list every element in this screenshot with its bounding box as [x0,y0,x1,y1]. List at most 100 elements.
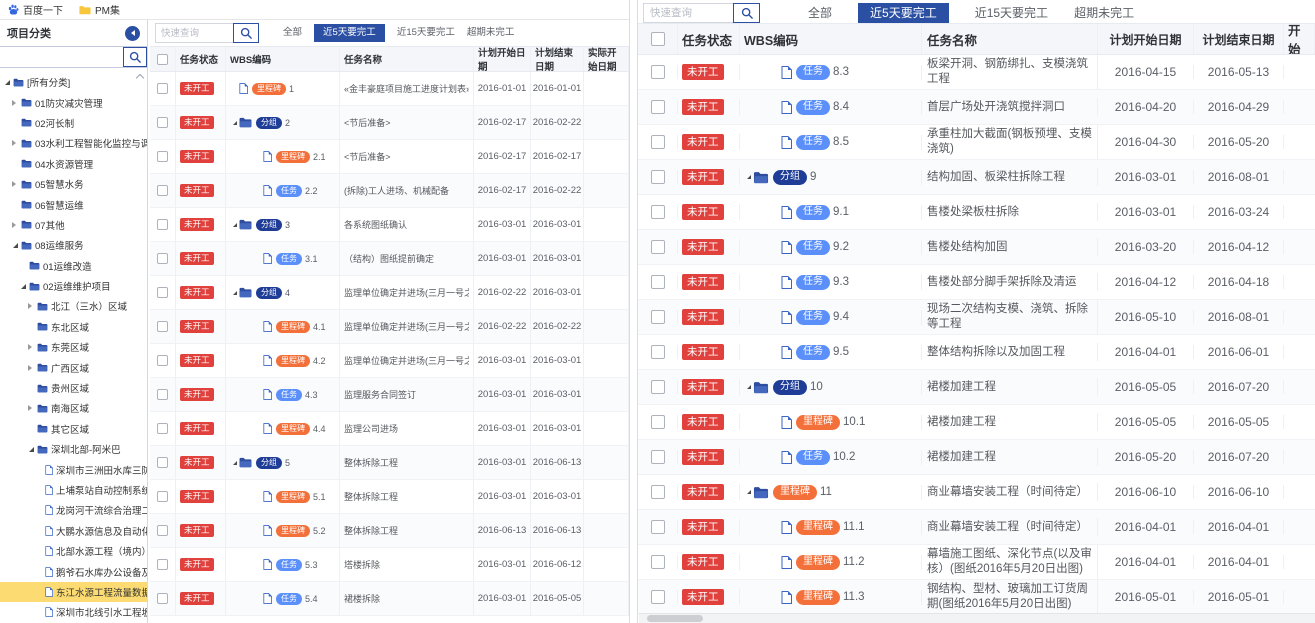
select-all-checkbox[interactable] [651,32,665,46]
tree-item[interactable]: 04水资源管理 [0,154,147,174]
filter-tab[interactable]: 近5天要完工 [858,3,949,23]
table-row[interactable]: 未开工里程碑4.4监理公司进场2016-03-012016-03-01 [150,412,629,446]
tree-expander-icon[interactable] [27,405,36,411]
tree-item[interactable]: 东莞区域 [0,337,147,357]
table-row[interactable]: 未开工任务2.2(拆除)工人进场、机械配备2016-02-172016-02-2… [150,174,629,208]
collapse-panel-button[interactable] [125,26,140,41]
table-row[interactable]: 未开工里程碑5.2整体拆除工程2016-06-132016-06-13 [150,514,629,548]
expand-icon[interactable] [230,461,239,465]
filter-tab[interactable]: 全部 [808,7,832,19]
table-row[interactable]: 未开工里程碑2.1<节后准备>2016-02-172016-02-17 [150,140,629,174]
tree-item[interactable]: 北部水源工程（境内）监控系统 [0,541,147,561]
row-checkbox[interactable] [157,559,168,570]
table-row[interactable]: 未开工里程碑11.2幕墙施工图纸、深化节点(以及审核）(图纸2016年5月20日… [638,545,1315,580]
tree-expander-icon[interactable] [19,284,28,289]
filter-tab[interactable]: 超期未完工 [467,28,515,38]
row-checkbox[interactable] [157,151,168,162]
bookmark-item[interactable]: PM集 [79,2,120,17]
table-row[interactable]: 未开工里程碑11.1商业幕墙安装工程（时间待定）2016-04-012016-0… [638,510,1315,545]
expand-icon[interactable] [744,490,753,494]
table-row[interactable]: 未开工任务3.1（结构）图纸提前确定2016-03-012016-03-01 [150,242,629,276]
tree-item[interactable]: 东江水源工程流量数据自动采集 [0,582,147,602]
row-checkbox[interactable] [157,389,168,400]
bookmark-item[interactable]: 百度一下 [8,2,63,17]
row-checkbox[interactable] [651,345,665,359]
tree-expander-icon[interactable] [11,243,20,248]
filter-tab[interactable]: 近15天要完工 [397,28,455,38]
tree-item[interactable]: 其它区域 [0,419,147,439]
row-checkbox[interactable] [651,520,665,534]
tree-item[interactable]: 深圳市北线引水工程坂雪岗泵站 [0,602,147,622]
table-row[interactable]: 未开工任务5.3塔楼拆除2016-03-012016-06-12 [150,548,629,582]
tree-item[interactable]: 01运维改造 [0,256,147,276]
table-row[interactable]: 未开工任务9.3售楼处部分脚手架拆除及清运2016-04-122016-04-1… [638,265,1315,300]
search-button[interactable] [233,23,259,43]
table-row[interactable]: 未开工分组3各系统图纸确认2016-03-012016-03-01 [150,208,629,242]
category-search-input[interactable] [0,47,123,67]
row-checkbox[interactable] [651,380,665,394]
tree-item[interactable]: 广西区域 [0,357,147,377]
tree-item[interactable]: 02运维维护项目 [0,276,147,296]
row-checkbox[interactable] [157,491,168,502]
table-row[interactable]: 未开工里程碑11商业幕墙安装工程（时间待定）2016-06-102016-06-… [638,475,1315,510]
tree-item[interactable]: 龙岗河干流综合治理二期工程- [0,500,147,520]
expand-icon[interactable] [230,121,239,125]
tree-expander-icon[interactable] [27,303,36,309]
table-row[interactable]: 未开工任务8.4首层广场处开浇筑搅拌洞口2016-04-202016-04-29 [638,90,1315,125]
tree-item[interactable]: 05智慧水务 [0,174,147,194]
tree-item[interactable]: 08运维服务 [0,235,147,255]
row-checkbox[interactable] [651,310,665,324]
row-checkbox[interactable] [651,590,665,604]
row-checkbox[interactable] [157,83,168,94]
row-checkbox[interactable] [157,117,168,128]
tree-item[interactable]: 02河长制 [0,113,147,133]
table-row[interactable]: 未开工里程碑11.3钢结构、型材、玻璃加工订货周期(图纸2016年5月20日出图… [638,580,1315,615]
tree-expander-icon[interactable] [11,100,20,106]
search-input[interactable] [643,3,733,23]
table-row[interactable]: 未开工任务5.4裙楼拆除2016-03-012016-05-05 [150,582,629,616]
table-row[interactable]: 未开工里程碑1«金丰豪庭项目施工进度计划表»2016-01-012016-01-… [150,72,629,106]
category-search-button[interactable] [123,47,147,67]
tree-item[interactable]: 06智慧运维 [0,194,147,214]
row-checkbox[interactable] [651,205,665,219]
table-row[interactable]: 未开工任务10.2裙楼加建工程2016-05-202016-07-20 [638,440,1315,475]
tree-item[interactable]: 上埔泵站自动控制系统维护合同 [0,480,147,500]
expand-icon[interactable] [744,175,753,179]
tree-expander-icon[interactable] [11,222,20,228]
table-row[interactable]: 未开工任务8.5承重柱加大截面(钢板预埋、支模浇筑)2016-04-302016… [638,125,1315,160]
horizontal-scrollbar[interactable] [639,613,1315,623]
tree-item[interactable]: 北江（三水）区域 [0,296,147,316]
filter-tab[interactable]: 全部 [283,28,302,38]
tree-item[interactable]: 01防灾减灾管理 [0,92,147,112]
tree-item[interactable]: 东北区域 [0,317,147,337]
table-row[interactable]: 未开工任务8.3板梁开洞、钢筋绑扎、支模浇筑工程2016-04-152016-0… [638,55,1315,90]
row-checkbox[interactable] [651,135,665,149]
tree-item[interactable]: 贵州区域 [0,378,147,398]
tree-item[interactable]: 07其他 [0,215,147,235]
table-row[interactable]: 未开工里程碑4.2监理单位确定并进场(三月一号之前进场)2016-03-0120… [150,344,629,378]
tree-item[interactable]: 大鹏水源信息及自动化维护项目 [0,521,147,541]
table-row[interactable]: 未开工任务4.3监理服务合同签订2016-03-012016-03-01 [150,378,629,412]
row-checkbox[interactable] [157,253,168,264]
tree-expander-icon[interactable] [27,365,36,371]
row-checkbox[interactable] [651,415,665,429]
row-checkbox[interactable] [157,185,168,196]
tree-item[interactable]: 深圳北部-阿米巴 [0,439,147,459]
table-row[interactable]: 未开工里程碑10.1裙楼加建工程2016-05-052016-05-05 [638,405,1315,440]
row-checkbox[interactable] [651,450,665,464]
tree-item[interactable]: [所有分类] [0,72,147,92]
row-checkbox[interactable] [651,240,665,254]
row-checkbox[interactable] [157,423,168,434]
row-checkbox[interactable] [157,219,168,230]
row-checkbox[interactable] [651,555,665,569]
scrollbar-thumb[interactable] [647,615,703,622]
tree-expander-icon[interactable] [27,447,36,452]
tree-item[interactable]: 鹅爷石水库办公设备及自动化 [0,561,147,581]
table-row[interactable]: 未开工任务9.1售楼处梁板柱拆除2016-03-012016-03-24 [638,195,1315,230]
select-all-checkbox[interactable] [157,54,168,65]
row-checkbox[interactable] [157,287,168,298]
tree-item[interactable]: 深圳市三洲田水库三防安全信息 [0,459,147,479]
table-row[interactable]: 未开工分组10裙楼加建工程2016-05-052016-07-20 [638,370,1315,405]
row-checkbox[interactable] [651,485,665,499]
table-row[interactable]: 未开工分组5整体拆除工程2016-03-012016-06-13 [150,446,629,480]
